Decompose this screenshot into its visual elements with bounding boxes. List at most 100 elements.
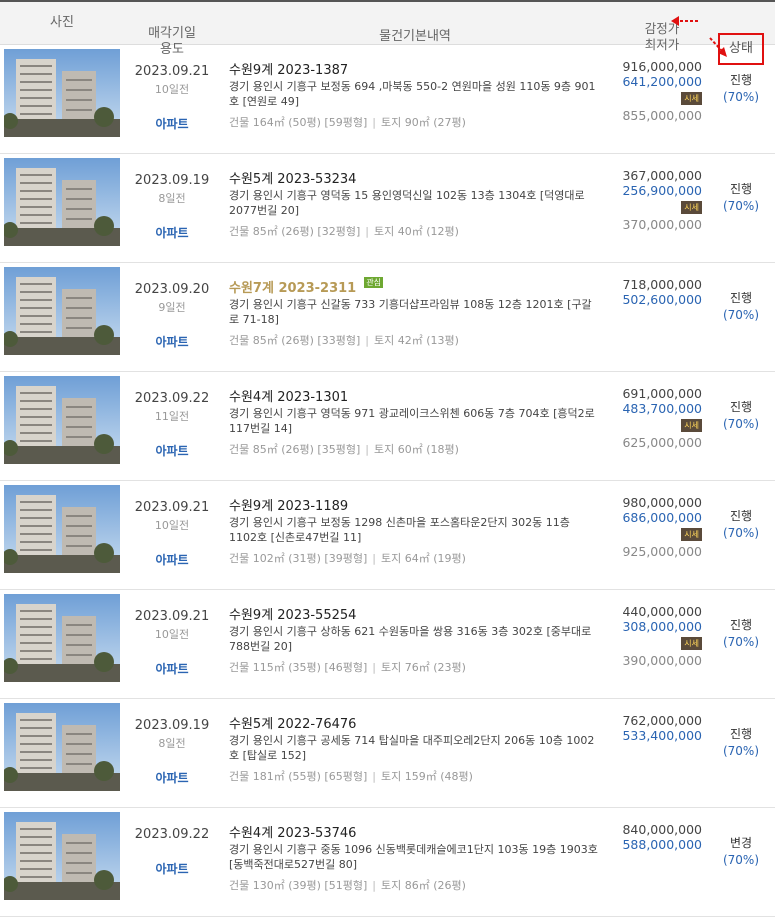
market-price: 855,000,000 [622,108,702,123]
property-use-link[interactable]: 아파트 [124,115,220,132]
market-price-badge[interactable]: 시세 [681,201,702,214]
land-area: 토지 90㎡ (27평) [380,116,466,129]
status-cell: 진행 (70%) [716,616,766,649]
property-info-cell[interactable]: 수원4계 2023-53746 경기 용인시 기흥구 중동 1096 신동백롯데… [229,822,599,893]
status-text: 진행 [729,509,753,523]
market-price-badge[interactable]: 시세 [681,528,702,541]
price-cell: 440,000,000 308,000,000 시세 390,000,000 [610,604,702,668]
property-area: 건물 181㎡ (55평) [65평형] | 토지 159㎡ (48평) [229,768,599,784]
auction-date: 2023.09.21 [134,609,210,624]
price-cell: 718,000,000 502,600,000 [610,277,702,310]
market-price-badge[interactable]: 시세 [681,92,702,105]
auction-date: 2023.09.20 [134,282,210,297]
status-percent: (70%) [722,526,760,540]
property-photo[interactable] [4,485,120,573]
property-address: 경기 용인시 기흥구 보정동 694 ,마북동 550-2 연원마을 성원 11… [229,80,596,108]
status-text: 변경 [729,836,753,850]
case-number-link[interactable]: 수원7계 2023-2311 [229,281,356,296]
status-percent: (70%) [722,199,760,213]
divider: | [365,225,369,238]
property-use-link[interactable]: 아파트 [124,333,220,350]
property-photo[interactable] [4,158,120,246]
property-photo[interactable] [4,594,120,682]
arrow-left-icon [671,16,698,26]
property-area: 건물 102㎡ (31평) [39평형] | 토지 64㎡ (19평) [229,550,599,566]
days-remaining: 11일전 [154,410,190,423]
market-price: 925,000,000 [622,544,702,559]
auction-date: 2023.09.19 [134,718,210,733]
status-percent: (70%) [722,90,760,104]
minimum-price: 256,900,000 [622,183,702,198]
minimum-price: 533,400,000 [622,728,702,743]
property-use-link[interactable]: 아파트 [124,860,220,877]
property-use-link[interactable]: 아파트 [124,224,220,241]
case-number-link[interactable]: 수원9계 2023-1189 [229,499,348,514]
property-info-cell[interactable]: 수원5계 2023-53234 경기 용인시 기흥구 영덕동 15 용인영덕신일… [229,168,599,239]
auction-date-cell: 2023.09.22 11일전 아파트 [124,391,220,459]
property-photo[interactable] [4,812,120,900]
header-photo: 사진 [50,15,74,30]
property-address: 경기 용인시 기흥구 신갈동 733 기흥더샵프라임뷰 108동 12층 120… [229,298,592,326]
property-area: 건물 164㎡ (50평) [59평형] | 토지 90㎡ (27평) [229,114,599,130]
table-row[interactable]: 2023.09.21 10일전 아파트 수원9계 2023-1387 경기 용인… [0,45,775,154]
table-row[interactable]: 2023.09.19 8일전 아파트 수원5계 2022-76476 경기 용인… [0,699,775,808]
status-text: 진행 [729,618,753,632]
table-row[interactable]: 2023.09.20 9일전 아파트 수원7계 2023-2311 관심 경기 … [0,263,775,372]
case-number-link[interactable]: 수원4계 2023-1301 [229,390,348,405]
status-text: 진행 [729,400,753,414]
case-number-link[interactable]: 수원5계 2022-76476 [229,717,356,732]
minimum-price: 588,000,000 [622,837,702,852]
case-number-link[interactable]: 수원5계 2023-53234 [229,172,356,187]
property-info-cell[interactable]: 수원5계 2022-76476 경기 용인시 기흥구 공세동 714 탑실마을 … [229,713,599,784]
minimum-price: 308,000,000 [622,619,702,634]
property-photo[interactable] [4,49,120,137]
property-use-link[interactable]: 아파트 [124,769,220,786]
building-area: 건물 130㎡ (39평) [51평형] [229,879,368,892]
auction-date-cell: 2023.09.19 8일전 아파트 [124,718,220,786]
property-use-link[interactable]: 아파트 [124,660,220,677]
divider: | [372,661,376,674]
market-price-badge[interactable]: 시세 [681,419,702,432]
property-info-cell[interactable]: 수원4계 2023-1301 경기 용인시 기흥구 영덕동 971 광교레이크스… [229,386,599,457]
price-cell: 691,000,000 483,700,000 시세 625,000,000 [610,386,702,450]
property-photo[interactable] [4,703,120,791]
header-date: 매각기일 [148,26,196,41]
property-photo[interactable] [4,267,120,355]
table-row[interactable]: 2023.09.21 10일전 아파트 수원9계 2023-1189 경기 용인… [0,481,775,590]
case-number-link[interactable]: 수원9계 2023-55254 [229,608,356,623]
property-info-cell[interactable]: 수원9계 2023-1189 경기 용인시 기흥구 보정동 1298 신촌마을 … [229,495,599,566]
market-price-badge[interactable]: 시세 [681,637,702,650]
appraisal-price: 840,000,000 [622,822,702,837]
land-area: 토지 159㎡ (48평) [380,770,473,783]
table-row[interactable]: 2023.09.22 아파트 수원4계 2023-53746 경기 용인시 기흥… [0,808,775,917]
status-percent: (70%) [722,417,760,431]
property-address: 경기 용인시 기흥구 상하동 621 수원동마을 쌍용 316동 3층 302호… [229,625,592,653]
status-cell: 진행 (70%) [716,398,766,431]
property-use-link[interactable]: 아파트 [124,442,220,459]
property-info-cell[interactable]: 수원9계 2023-55254 경기 용인시 기흥구 상하동 621 수원동마을… [229,604,599,675]
status-cell: 진행 (70%) [716,289,766,322]
case-number-link[interactable]: 수원4계 2023-53746 [229,826,356,841]
status-percent: (70%) [722,853,760,867]
property-info-cell[interactable]: 수원7계 2023-2311 관심 경기 용인시 기흥구 신갈동 733 기흥더… [229,277,599,348]
table-row[interactable]: 2023.09.19 8일전 아파트 수원5계 2023-53234 경기 용인… [0,154,775,263]
property-photo[interactable] [4,376,120,464]
minimum-price: 686,000,000 [622,510,702,525]
property-info-cell[interactable]: 수원9계 2023-1387 경기 용인시 기흥구 보정동 694 ,마북동 5… [229,59,599,130]
building-area: 건물 85㎡ (26평) [33평형] [229,334,361,347]
status-percent: (70%) [722,744,760,758]
days-remaining: 10일전 [154,83,190,96]
table-row[interactable]: 2023.09.21 10일전 아파트 수원9계 2023-55254 경기 용… [0,590,775,699]
auction-date-cell: 2023.09.19 8일전 아파트 [124,173,220,241]
property-area: 건물 85㎡ (26평) [33평형] | 토지 42㎡ (13평) [229,332,599,348]
market-price: 370,000,000 [622,217,702,232]
table-row[interactable]: 2023.09.22 11일전 아파트 수원4계 2023-1301 경기 용인… [0,372,775,481]
auction-date: 2023.09.22 [134,391,210,406]
status-text: 진행 [729,182,753,196]
case-number-link[interactable]: 수원9계 2023-1387 [229,63,348,78]
days-remaining: 8일전 [158,192,186,205]
status-cell: 진행 (70%) [716,725,766,758]
status-cell: 변경 (70%) [716,834,766,867]
appraisal-price: 762,000,000 [622,713,702,728]
property-use-link[interactable]: 아파트 [124,551,220,568]
